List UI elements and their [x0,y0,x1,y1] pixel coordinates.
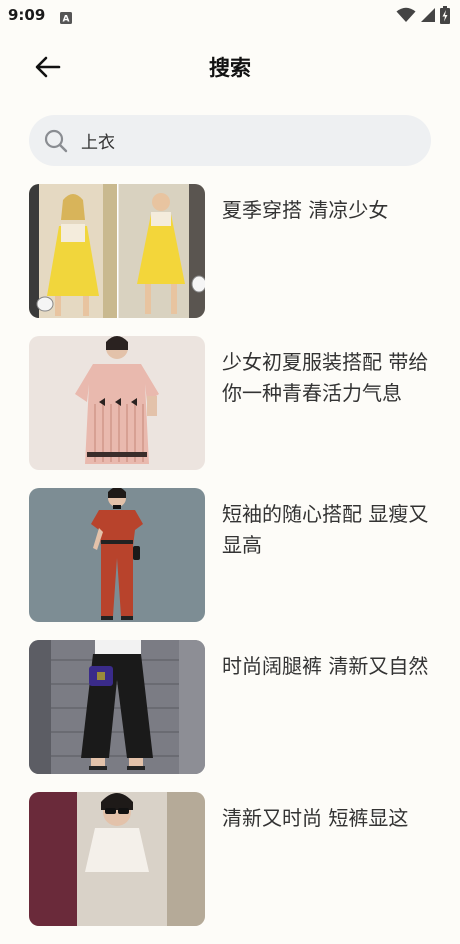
cellular-signal-icon [420,7,436,27]
result-title: 夏季穿搭 清凉少女 [222,198,389,222]
sunglasses-outfit-photo [29,792,205,926]
black-wide-leg-pants-photo [29,640,205,774]
yellow-dress-photo [29,184,205,318]
wifi-icon [396,7,416,27]
status-bar: 9:09 A [0,0,460,32]
search-results-list: 夏季穿搭 清凉少女 少女初夏服装搭配 带给你一种青春活力气息 短袖的随心搭配 显… [29,184,431,944]
search-icon [44,129,68,153]
app-header: 搜索 [0,40,460,94]
result-title: 少女初夏服装搭配 带给你一种青春活力气息 [222,350,429,405]
battery-charging-icon [440,6,450,28]
result-title: 清新又时尚 短裤显这 [222,806,409,830]
search-input[interactable] [81,123,411,157]
text-notification-icon: A [60,9,72,28]
pink-striped-dress-photo [29,336,205,470]
result-title: 短袖的随心搭配 显瘦又显高 [222,502,429,557]
result-title: 时尚阔腿裤 清新又自然 [222,654,429,678]
status-time: 9:09 [8,6,46,24]
page-title: 搜索 [209,56,251,80]
list-item[interactable]: 短袖的随心搭配 显瘦又显高 [29,488,431,622]
status-icons [396,6,450,28]
list-item[interactable]: 少女初夏服装搭配 带给你一种青春活力气息 [29,336,431,470]
search-bar[interactable] [29,115,431,166]
list-item[interactable]: 时尚阔腿裤 清新又自然 [29,640,431,774]
list-item[interactable]: 夏季穿搭 清凉少女 [29,184,431,318]
list-item[interactable]: 清新又时尚 短裤显这 [29,792,431,926]
rust-red-outfit-photo [29,488,205,622]
svg-text:A: A [63,15,70,25]
